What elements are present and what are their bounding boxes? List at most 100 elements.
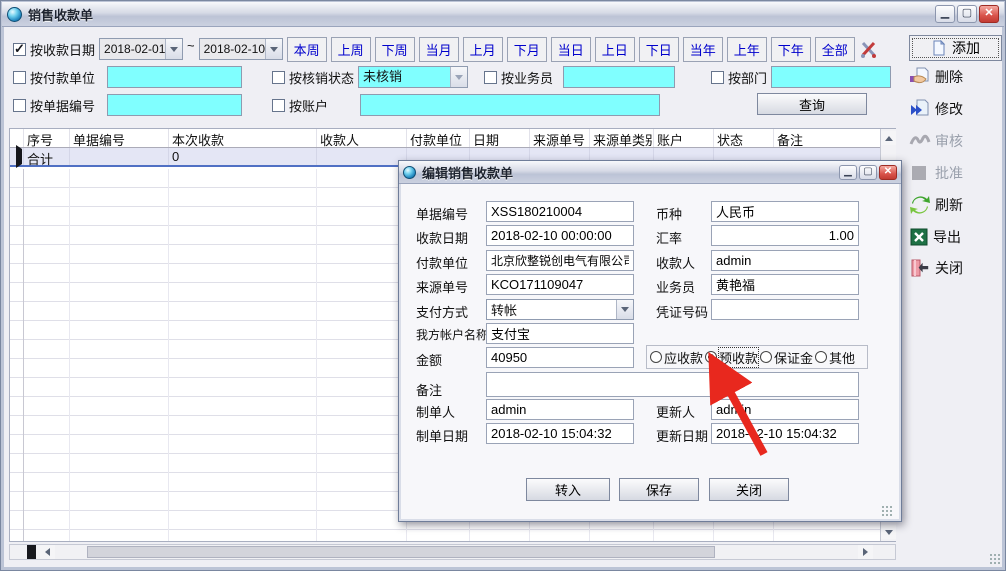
quick-yesterday-button[interactable]: 上日 — [595, 37, 635, 62]
search-button[interactable]: 查询 — [757, 93, 867, 115]
payer-filter-checkbox[interactable] — [13, 71, 26, 84]
dialog-resize-grip[interactable] — [881, 505, 893, 517]
scroll-down-icon[interactable] — [881, 525, 896, 539]
col-remark[interactable]: 备注 — [774, 129, 880, 147]
modify-button[interactable]: 修改 — [909, 99, 963, 119]
hscroll-thumb[interactable] — [87, 546, 715, 558]
account-filter-input[interactable] — [360, 94, 660, 116]
radio-deposit[interactable] — [760, 351, 772, 363]
delete-button[interactable]: 删除 — [909, 67, 963, 87]
close-button[interactable]: ✕ — [979, 5, 999, 23]
source-no-field[interactable] — [486, 274, 634, 295]
dialog-close-button[interactable]: ✕ — [879, 165, 897, 180]
transfer-button[interactable]: 转入 — [526, 478, 610, 501]
quick-tomorrow-button[interactable]: 下日 — [639, 37, 679, 62]
creator-field[interactable] — [486, 399, 634, 420]
audit-button[interactable]: 审核 — [909, 131, 963, 151]
chevron-down-icon[interactable] — [450, 67, 467, 87]
quick-today-button[interactable]: 当日 — [551, 37, 591, 62]
scroll-right-icon[interactable] — [858, 545, 873, 559]
quick-this-month-button[interactable]: 当月 — [419, 37, 459, 62]
dialog-maximize-button[interactable]: ▢ — [859, 165, 877, 180]
date-from-select[interactable]: 2018-02-01 — [99, 38, 183, 60]
dialog-titlebar: 编辑销售收款单 ▁ ▢ ✕ — [399, 161, 901, 184]
docno-filter-checkbox[interactable] — [13, 99, 26, 112]
tools-icon[interactable] — [859, 39, 879, 59]
date-filter-checkbox[interactable] — [13, 43, 26, 56]
dialog-minimize-button[interactable]: ▁ — [839, 165, 857, 180]
quick-next-year-button[interactable]: 下年 — [771, 37, 811, 62]
dialog-close-action-button[interactable]: 关闭 — [709, 478, 789, 501]
scroll-up-icon[interactable] — [881, 131, 896, 145]
chevron-down-icon[interactable] — [165, 39, 182, 59]
quick-this-week-button[interactable]: 本周 — [287, 37, 327, 62]
receipt-date-field[interactable] — [486, 225, 634, 246]
col-amount[interactable]: 本次收款 — [169, 129, 317, 147]
window-title: 销售收款单 — [28, 5, 93, 24]
update-date-field[interactable] — [711, 423, 859, 444]
quick-last-week-button[interactable]: 上周 — [331, 37, 371, 62]
our-account-field[interactable] — [486, 323, 634, 344]
close-window-button[interactable]: 关闭 — [909, 258, 963, 278]
add-button[interactable]: 添加 — [909, 35, 1002, 61]
window-resize-grip[interactable] — [989, 553, 1001, 565]
amount-field[interactable] — [486, 347, 634, 368]
col-payer[interactable]: 付款单位 — [407, 129, 470, 147]
dept-filter-checkbox[interactable] — [711, 71, 724, 84]
radio-advance-receipt[interactable] — [705, 351, 717, 363]
payee-label: 收款人 — [656, 253, 695, 272]
chevron-down-icon[interactable] — [265, 39, 282, 59]
save-button[interactable]: 保存 — [619, 478, 699, 501]
minimize-button[interactable]: ▁ — [935, 5, 955, 23]
chevron-down-icon[interactable] — [616, 300, 633, 319]
approve-button[interactable]: 批准 — [909, 163, 963, 183]
col-source-type[interactable]: 来源单类别 — [590, 129, 654, 147]
refresh-icon — [909, 195, 931, 215]
horizontal-scrollbar[interactable] — [9, 544, 896, 560]
salesman-field[interactable] — [711, 274, 859, 295]
doc-no-field[interactable] — [486, 201, 634, 222]
voucher-field[interactable] — [711, 299, 859, 320]
quick-last-month-button[interactable]: 上月 — [463, 37, 503, 62]
col-account[interactable]: 账户 — [654, 129, 714, 147]
docno-filter-input[interactable] — [107, 94, 242, 116]
payer-filter-input[interactable] — [107, 66, 242, 88]
scroll-left-icon[interactable] — [40, 545, 55, 559]
col-source-no[interactable]: 来源单号 — [530, 129, 590, 147]
quick-next-month-button[interactable]: 下月 — [507, 37, 547, 62]
maximize-button[interactable]: ▢ — [957, 5, 977, 23]
quick-all-button[interactable]: 全部 — [815, 37, 855, 62]
creator-label: 制单人 — [416, 402, 455, 421]
col-payee[interactable]: 收款人 — [317, 129, 407, 147]
create-date-field[interactable] — [486, 423, 634, 444]
quick-next-week-button[interactable]: 下周 — [375, 37, 415, 62]
refresh-button[interactable]: 刷新 — [909, 195, 963, 215]
dept-filter-input[interactable] — [771, 66, 891, 88]
writeoff-status-select[interactable]: 未核销 — [358, 66, 468, 88]
quick-this-year-button[interactable]: 当年 — [683, 37, 723, 62]
currency-field[interactable] — [711, 201, 859, 222]
export-button[interactable]: 导出 — [909, 227, 961, 247]
remark-field[interactable] — [486, 372, 859, 397]
writeoff-filter-label: 按核销状态 — [289, 68, 354, 87]
splitter-handle[interactable] — [27, 545, 36, 559]
col-docno[interactable]: 单据编号 — [70, 129, 169, 147]
col-seq[interactable]: 序号 — [24, 129, 70, 147]
col-date[interactable]: 日期 — [470, 129, 530, 147]
writeoff-filter-checkbox[interactable] — [272, 71, 285, 84]
updater-field[interactable] — [711, 399, 859, 420]
radio-receivable[interactable] — [650, 351, 662, 363]
col-status[interactable]: 状态 — [714, 129, 774, 147]
salesman-filter-checkbox[interactable] — [484, 71, 497, 84]
updater-label: 更新人 — [656, 402, 695, 421]
payee-field[interactable] — [711, 250, 859, 271]
quick-last-year-button[interactable]: 上年 — [727, 37, 767, 62]
account-filter-checkbox[interactable] — [272, 99, 285, 112]
create-date-label: 制单日期 — [416, 426, 468, 445]
date-to-select[interactable]: 2018-02-10 — [199, 38, 283, 60]
radio-other[interactable] — [815, 351, 827, 363]
salesman-filter-input[interactable] — [563, 66, 675, 88]
rate-field[interactable] — [711, 225, 859, 246]
payer-field[interactable] — [486, 250, 634, 271]
pay-method-select[interactable]: 转帐 — [486, 299, 634, 320]
